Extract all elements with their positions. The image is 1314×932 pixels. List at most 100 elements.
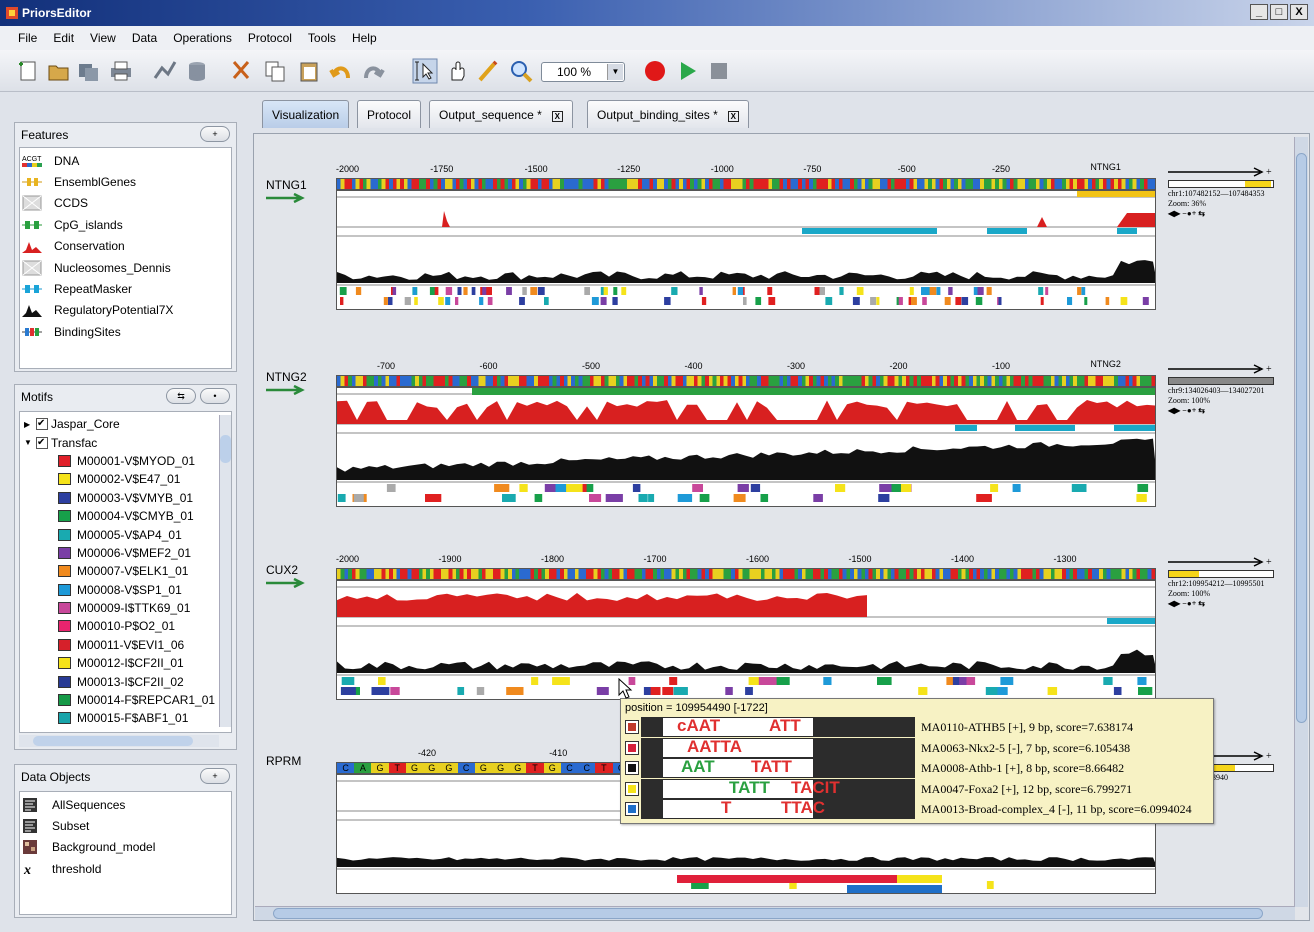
motif-color-swatch[interactable] [58,510,71,523]
maximize-button[interactable]: □ [1270,4,1288,20]
copy-icon[interactable] [262,58,288,84]
checkbox-checked-icon[interactable]: ✔ [36,436,48,449]
navigation-controls[interactable]: ◀▶ −●+ ⇆ [1168,209,1298,219]
tab-output-sequence[interactable]: Output_sequence * X [429,100,573,128]
feature-regulatorypotential[interactable]: RegulatoryPotential7X [20,300,231,321]
zoom-select[interactable]: 100 % ▼ [541,62,625,82]
stop-icon[interactable] [706,58,732,84]
motif-item[interactable]: M00004-V$CMYB_01 [58,507,231,525]
motifs-hscrollbar[interactable] [19,735,219,747]
motif-item[interactable]: M00011-V$EVI1_06 [58,636,231,654]
feature-tracks[interactable] [336,387,1156,507]
motif-color-swatch[interactable] [58,675,71,688]
tree-collapse-icon[interactable]: ▼ [24,438,36,447]
motif-color-swatch[interactable] [58,602,71,615]
scroll-thumb[interactable] [220,435,231,463]
motif-color-swatch[interactable] [58,546,71,559]
dna-track[interactable] [336,568,1156,580]
paste-icon[interactable] [296,58,322,84]
motif-color-swatch[interactable] [58,657,71,670]
motif-color-swatch[interactable] [58,473,71,486]
menu-protocol[interactable]: Protocol [240,31,300,45]
motif-item[interactable]: M00012-I$CF2II_01 [58,654,231,672]
menu-data[interactable]: Data [124,31,165,45]
add-motif-button[interactable]: • [200,388,230,404]
motifs-scrollbar[interactable] [219,415,231,727]
motif-color-swatch[interactable] [58,565,71,578]
motif-item[interactable]: M00014-F$REPCAR1_01 [58,691,231,709]
print-icon[interactable] [108,58,134,84]
feature-ensemblgenes[interactable]: EnsemblGenes [20,171,231,192]
motif-color-swatch[interactable] [58,694,71,707]
close-button[interactable]: X [1290,4,1308,20]
menu-view[interactable]: View [82,31,124,45]
feature-repeatmasker[interactable]: RepeatMasker [20,278,231,299]
feature-nucleosomes[interactable]: Nucleosomes_Dennis [20,257,231,278]
cut-icon[interactable] [228,58,254,84]
feature-conservation[interactable]: Conservation [20,236,231,257]
horizontal-scrollbar[interactable] [255,906,1295,920]
menu-operations[interactable]: Operations [165,31,240,45]
motif-item[interactable]: M00005-V$AP4_01 [58,525,231,543]
tab-protocol[interactable]: Protocol [357,100,422,128]
motif-item[interactable]: M00009-I$TTK69_01 [58,599,231,617]
motif-item[interactable]: M00007-V$ELK1_01 [58,562,231,580]
pencil-icon[interactable] [476,58,502,84]
sequence-name[interactable]: RPRM [266,754,301,768]
viewport-overview[interactable] [1168,180,1274,188]
scroll-thumb[interactable] [1296,153,1307,723]
dna-track[interactable] [336,375,1156,387]
scroll-thumb[interactable] [33,736,193,746]
viewport-overview[interactable] [1168,570,1274,578]
viewport-overview[interactable] [1168,377,1274,385]
motif-item[interactable]: M00001-V$MYOD_01 [58,452,231,470]
chevron-down-icon[interactable]: ▼ [607,64,623,80]
motif-item[interactable]: M00008-V$SP1_01 [58,581,231,599]
motif-options-button[interactable]: ⇆ [166,388,196,404]
navigation-controls[interactable]: ◀▶ −●+ ⇆ [1168,406,1298,416]
data-object-threshold[interactable]: x threshold [20,858,231,879]
navigation-controls[interactable]: ◀▶ −●+ ⇆ [1168,599,1298,609]
minimize-button[interactable]: _ [1250,4,1268,20]
zoom-icon[interactable] [508,58,534,84]
data-object-subset[interactable]: Subset [20,815,231,836]
motif-item[interactable]: M00013-I$CF2II_02 [58,672,231,690]
motif-color-swatch[interactable] [58,528,71,541]
feature-dna[interactable]: ACGT DNA [20,150,231,171]
tree-node-jaspar[interactable]: ▶ ✔ Jaspar_Core [20,415,231,433]
scroll-thumb[interactable] [273,908,1263,919]
motif-color-swatch[interactable] [58,712,71,725]
checkbox-checked-icon[interactable]: ✔ [36,418,48,431]
menu-tools[interactable]: Tools [300,31,344,45]
menu-edit[interactable]: Edit [45,31,82,45]
feature-bindingsites[interactable]: BindingSites [20,321,231,342]
redo-icon[interactable] [360,58,386,84]
feature-ccds[interactable]: CCDS [20,193,231,214]
menu-help[interactable]: Help [344,31,385,45]
record-icon[interactable] [642,58,668,84]
tab-visualization[interactable]: Visualization [262,100,350,128]
motif-color-swatch[interactable] [58,491,71,504]
sequence-name[interactable]: CUX2 [266,563,298,577]
data-object-allsequences[interactable]: AllSequences [20,794,231,815]
save-multiple-icon[interactable] [76,58,102,84]
close-tab-icon[interactable]: X [727,111,739,122]
tree-node-transfac[interactable]: ▼ ✔ Transfac [20,433,231,451]
menu-file[interactable]: File [10,31,45,45]
select-cursor-icon[interactable] [412,58,438,84]
add-data-object-button[interactable]: + [200,768,230,784]
motif-color-swatch[interactable] [58,583,71,596]
add-feature-button[interactable]: + [200,126,230,142]
hand-pan-icon[interactable] [444,58,470,84]
motif-item[interactable]: M00002-V$E47_01 [58,470,231,488]
vertical-scrollbar[interactable] [1294,137,1308,907]
motif-item[interactable]: M00010-P$O2_01 [58,617,231,635]
motif-color-swatch[interactable] [58,454,71,467]
motif-color-swatch[interactable] [58,638,71,651]
dna-track[interactable] [336,178,1156,190]
motif-item[interactable]: M00015-F$ABF1_01 [58,709,231,727]
open-icon[interactable] [46,58,72,84]
play-icon[interactable] [674,58,700,84]
graph-icon[interactable] [152,58,178,84]
motif-color-swatch[interactable] [58,620,71,633]
